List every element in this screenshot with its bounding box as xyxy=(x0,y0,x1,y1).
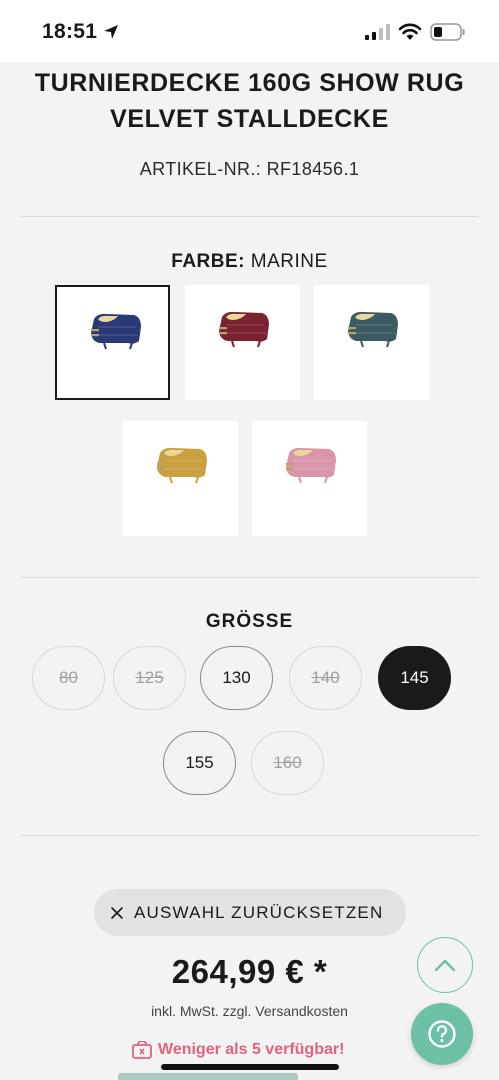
divider xyxy=(20,577,479,578)
color-swatch-mustard[interactable] xyxy=(123,421,238,536)
color-swatch-marine[interactable] xyxy=(55,285,170,400)
size-option[interactable]: 160 xyxy=(251,731,324,795)
size-option[interactable]: 80 xyxy=(32,646,105,710)
article-number: ARTIKEL-NR.: RF18456.1 xyxy=(139,159,360,179)
home-indicator xyxy=(161,1064,339,1070)
size-option[interactable]: 145 xyxy=(378,646,451,710)
product-title-line-1: TURNIERDECKE 160G SHOW RUG xyxy=(34,69,465,97)
horse-rug-image xyxy=(91,313,141,350)
stock-warning-text: Weniger als 5 verfügbar! xyxy=(158,1041,345,1058)
reset-selection-label: AUSWAHL ZURÜCKSETZEN xyxy=(134,902,384,922)
reset-selection-button[interactable]: AUSWAHL ZURÜCKSETZEN xyxy=(94,889,406,936)
cellular-signal-icon xyxy=(365,24,391,45)
color-swatch-rose[interactable] xyxy=(252,421,367,536)
help-question-icon xyxy=(428,1020,456,1048)
horse-rug-image xyxy=(286,447,336,484)
size-option[interactable]: 155 xyxy=(163,731,236,795)
selected-color-name: MARINE xyxy=(250,251,328,272)
divider xyxy=(20,216,479,217)
help-button[interactable] xyxy=(411,1003,473,1065)
wifi-icon xyxy=(398,23,422,46)
color-label-prefix: FARBE: xyxy=(171,251,246,272)
size-option[interactable]: 125 xyxy=(113,646,186,710)
stock-warning: Weniger als 5 verfügbar! xyxy=(132,1041,344,1059)
status-bar: 18:51 xyxy=(0,0,499,62)
shopping-bag-icon xyxy=(132,1041,152,1059)
size-title: GRÖSSE xyxy=(205,611,294,632)
close-icon xyxy=(111,906,123,919)
horse-rug-image xyxy=(348,311,398,348)
color-swatch-petrol[interactable] xyxy=(314,285,429,400)
color-swatch-bordeaux[interactable] xyxy=(185,285,300,400)
status-time: 18:51 xyxy=(42,20,98,43)
horse-rug-image xyxy=(219,311,269,348)
color-label: FARBE: MARINE xyxy=(0,251,499,273)
scroll-to-top-button[interactable] xyxy=(417,937,473,993)
chevron-up-icon xyxy=(434,959,456,972)
battery-icon xyxy=(430,23,466,46)
size-option[interactable]: 130 xyxy=(200,646,273,710)
divider xyxy=(20,835,479,836)
horse-rug-image xyxy=(157,447,207,484)
delivery-info-peek xyxy=(118,1073,398,1080)
location-arrow-icon xyxy=(102,23,120,46)
size-option[interactable]: 140 xyxy=(289,646,362,710)
product-title-line-2: VELVET STALLDECKE xyxy=(110,105,389,133)
